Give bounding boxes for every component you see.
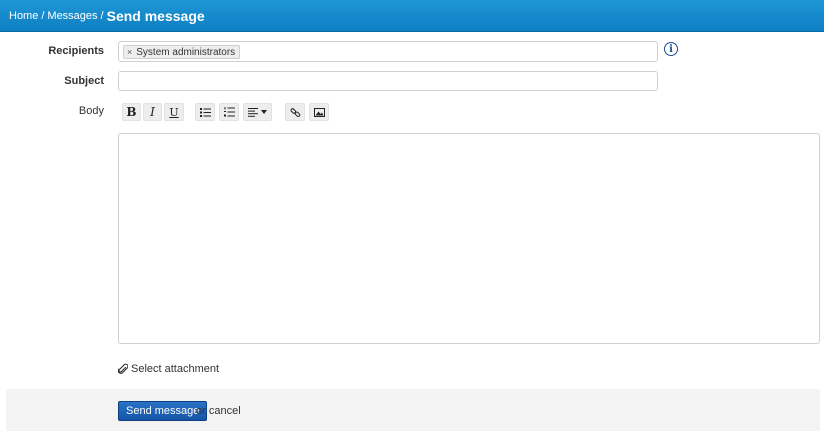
italic-button[interactable]: I (143, 103, 162, 121)
recipients-field[interactable]: × System administrators (118, 41, 658, 62)
send-message-button[interactable]: Send message (118, 401, 208, 421)
recipients-label: Recipients (48, 45, 104, 57)
link-button[interactable] (285, 103, 305, 121)
paperclip-icon (118, 363, 128, 374)
or-text: or (196, 405, 206, 417)
bulleted-list-button[interactable] (195, 103, 215, 121)
breadcrumb-messages[interactable]: Messages (47, 10, 97, 22)
select-attachment-label: Select attachment (131, 363, 220, 375)
page-header: Home / Messages / Send message (0, 0, 824, 32)
select-attachment-link[interactable]: Select attachment (118, 362, 219, 376)
chevron-down-icon (261, 110, 267, 114)
remove-recipient-icon[interactable]: × (127, 47, 132, 57)
body-label: Body (78, 105, 104, 117)
bulleted-list-icon (199, 107, 211, 117)
body-editor[interactable] (118, 133, 820, 344)
bold-button[interactable]: B (122, 103, 141, 121)
image-button[interactable] (309, 103, 329, 121)
breadcrumb-home[interactable]: Home (9, 10, 38, 22)
info-icon[interactable]: i (664, 42, 678, 56)
breadcrumb-separator: / (41, 9, 45, 22)
align-dropdown-button[interactable] (243, 103, 272, 121)
numbered-list-icon (223, 107, 235, 117)
recipient-chip-label: System administrators (136, 46, 236, 58)
breadcrumb-separator: / (100, 9, 104, 22)
cancel-link[interactable]: cancel (209, 405, 241, 417)
link-icon (290, 107, 300, 117)
underline-button[interactable]: U (164, 103, 184, 121)
subject-input[interactable] (118, 71, 658, 91)
image-icon (313, 107, 325, 117)
align-icon (248, 107, 258, 117)
recipient-chip: × System administrators (123, 45, 241, 59)
or-cancel: or cancel (196, 405, 241, 417)
page-title: Send message (106, 7, 205, 24)
numbered-list-button[interactable] (219, 103, 239, 121)
subject-label: Subject (64, 75, 104, 87)
